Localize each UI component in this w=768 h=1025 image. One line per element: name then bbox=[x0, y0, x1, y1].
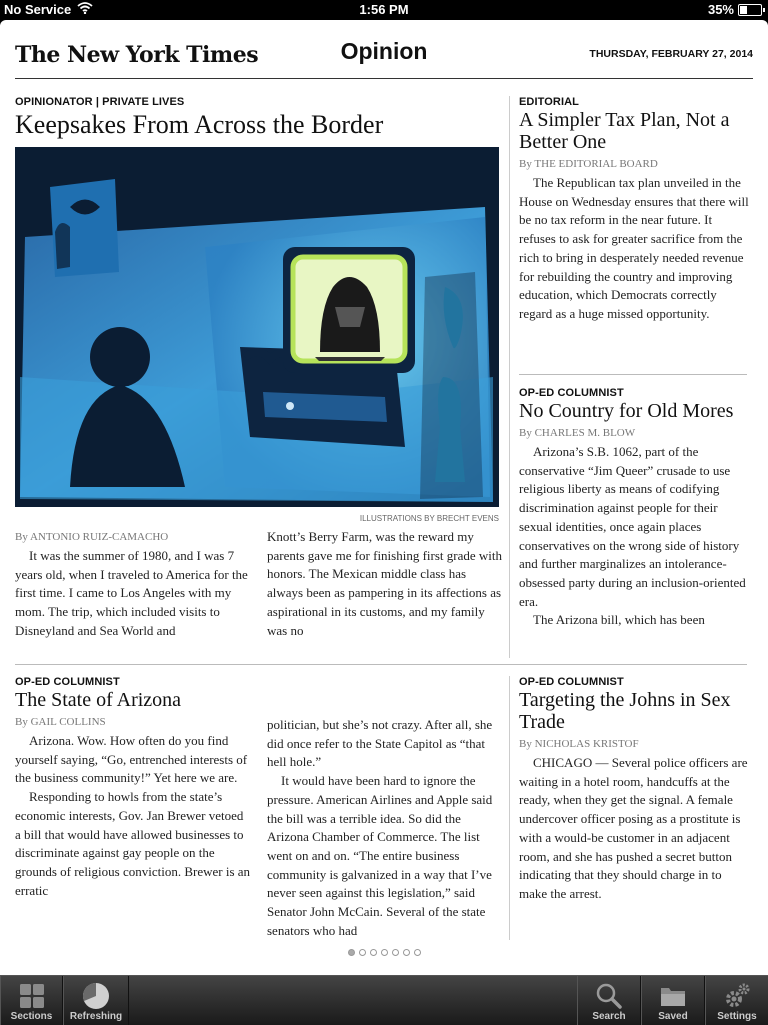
blow-headline[interactable]: No Country for Old Mores bbox=[519, 400, 751, 422]
collins-kicker: OP-ED COLUMNIST bbox=[15, 676, 120, 688]
settings-button[interactable]: Settings bbox=[705, 976, 768, 1025]
pie-progress-icon bbox=[64, 981, 128, 1011]
page-dot[interactable] bbox=[369, 949, 377, 956]
kristof-kicker: OP-ED COLUMNIST bbox=[519, 676, 624, 688]
blow-kicker: OP-ED COLUMNIST bbox=[519, 387, 624, 399]
opinion-page: The New York Times Opinion THURSDAY, FEB… bbox=[0, 20, 768, 975]
lead-article[interactable]: OPINIONATOR | PRIVATE LIVES Keepsakes Fr… bbox=[15, 96, 499, 140]
editorial-article[interactable]: EDITORIAL A Simpler Tax Plan, Not a Bett… bbox=[519, 96, 751, 324]
kristof-headline[interactable]: Targeting the Johns in Sex Trade bbox=[519, 689, 751, 733]
battery-percent: 35% bbox=[707, 2, 734, 17]
column-divider bbox=[509, 96, 510, 658]
collins-article[interactable]: OP-ED COLUMNIST The State of Arizona By … bbox=[15, 676, 251, 900]
editorial-kicker: EDITORIAL bbox=[519, 96, 579, 108]
kristof-article[interactable]: OP-ED COLUMNIST Targeting the Johns in S… bbox=[519, 676, 751, 904]
lead-illustration[interactable] bbox=[15, 147, 499, 507]
refresh-button[interactable]: Refreshing bbox=[63, 976, 129, 1025]
divider bbox=[519, 374, 747, 375]
kristof-byline: By NICHOLAS KRISTOF bbox=[519, 738, 639, 750]
magnifier-icon bbox=[578, 981, 640, 1011]
refreshing-label: Refreshing bbox=[69, 1011, 123, 1022]
battery-icon bbox=[738, 3, 765, 16]
collins-col2-block: politician, but she’s not crazy. After a… bbox=[267, 716, 503, 940]
illustration-credit: ILLUSTRATIONS BY BRECHT EVENS bbox=[359, 514, 499, 523]
page-dot[interactable] bbox=[358, 949, 366, 956]
folder-icon bbox=[642, 981, 704, 1011]
row-divider bbox=[15, 664, 747, 665]
sections-label: Sections bbox=[10, 1011, 53, 1022]
lead-body-col1: It was the summer of 1980, and I was 7 y… bbox=[15, 548, 248, 638]
page-indicator[interactable] bbox=[0, 949, 768, 956]
page-dot[interactable] bbox=[391, 949, 399, 956]
issue-date: THURSDAY, FEBRUARY 27, 2014 bbox=[589, 48, 753, 60]
column-divider bbox=[509, 676, 510, 940]
gears-icon bbox=[706, 981, 768, 1011]
status-bar: No Service 1:56 PM 35% bbox=[0, 0, 768, 20]
saved-label: Saved bbox=[658, 1011, 688, 1022]
collins-headline[interactable]: The State of Arizona bbox=[15, 689, 251, 711]
editorial-body: The Republican tax plan unveiled in the … bbox=[519, 175, 749, 321]
lead-byline: By ANTONIO RUIZ-CAMACHO bbox=[15, 531, 169, 543]
settings-label: Settings bbox=[717, 1011, 757, 1022]
editorial-headline[interactable]: A Simpler Tax Plan, Not a Better One bbox=[519, 109, 751, 153]
lead-body-col2-block: Knott’s Berry Farm, was the reward my pa… bbox=[267, 528, 503, 640]
search-button[interactable]: Search bbox=[577, 976, 641, 1025]
page-dot[interactable] bbox=[402, 949, 410, 956]
collins-body-col1: Arizona. Wow. How often do you find your… bbox=[15, 733, 251, 898]
sections-button[interactable]: Sections bbox=[0, 976, 63, 1025]
page-dot[interactable] bbox=[413, 949, 421, 956]
collins-byline: By GAIL COLLINS bbox=[15, 716, 106, 728]
blow-article[interactable]: OP-ED COLUMNIST No Country for Old Mores… bbox=[519, 387, 751, 630]
lead-body-col2: Knott’s Berry Farm, was the reward my pa… bbox=[267, 529, 503, 638]
blow-body: Arizona’s S.B. 1062, part of the conserv… bbox=[519, 444, 746, 628]
lead-byline-block: By ANTONIO RUIZ-CAMACHO It was the summe… bbox=[15, 531, 251, 641]
search-label: Search bbox=[592, 1011, 626, 1022]
lead-headline[interactable]: Keepsakes From Across the Border bbox=[15, 110, 499, 140]
page-dot[interactable] bbox=[380, 949, 388, 956]
page-dot[interactable] bbox=[347, 949, 355, 956]
collins-body-col2: politician, but she’s not crazy. After a… bbox=[267, 717, 493, 938]
bottom-toolbar: Sections Refreshing Search Saved Setting… bbox=[0, 975, 768, 1025]
blow-byline: By CHARLES M. BLOW bbox=[519, 427, 636, 439]
editorial-byline: By THE EDITORIAL BOARD bbox=[519, 158, 658, 170]
clock: 1:56 PM bbox=[359, 2, 409, 17]
masthead: The New York Times Opinion THURSDAY, FEB… bbox=[15, 38, 753, 79]
saved-button[interactable]: Saved bbox=[641, 976, 705, 1025]
grid-icon bbox=[1, 981, 62, 1011]
kristof-body: CHICAGO — Several police officers are wa… bbox=[519, 755, 748, 901]
lead-kicker: OPINIONATOR | PRIVATE LIVES bbox=[15, 96, 185, 108]
